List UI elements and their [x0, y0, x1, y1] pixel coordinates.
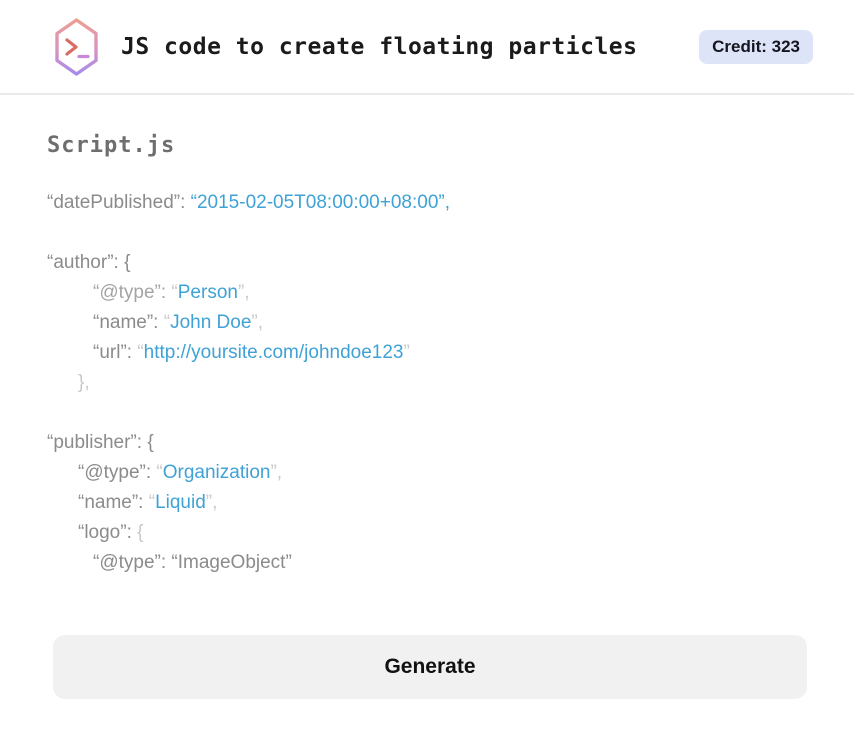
code-line: “author”: { [47, 248, 807, 278]
header-left: JS code to create floating particles [53, 17, 638, 77]
code-lines: “datePublished”: “2015-02-05T08:00:00+08… [47, 188, 807, 578]
code-line: “@type”: “Person”, [47, 278, 807, 308]
page-title: JS code to create floating particles [121, 33, 638, 60]
generate-button[interactable]: Generate [53, 635, 807, 699]
code-segment: “name”: [78, 492, 149, 513]
code-segment: Person [177, 282, 238, 303]
code-segment: ”, [251, 312, 264, 333]
code-segment: { [137, 522, 144, 543]
code-panel: Script.js “datePublished”: “2015-02-05T0… [0, 133, 854, 578]
code-line: “name”: “Liquid”, [47, 488, 807, 518]
code-segment: “@type”: [78, 462, 157, 483]
filename-label: Script.js [47, 133, 176, 158]
code-segment: “name”: [93, 312, 164, 333]
code-line: “@type”: “Organization”, [47, 458, 807, 488]
header: JS code to create floating particles Cre… [0, 0, 854, 95]
code-segment: “datePublished”: [47, 192, 191, 213]
code-segment: “logo”: [78, 522, 138, 543]
code-line: “name”: “John Doe”, [47, 308, 807, 338]
code-segment: “url”: [93, 342, 138, 363]
code-segment: “@type”: [93, 282, 172, 303]
code-line: }, [47, 368, 807, 398]
code-segment: Liquid [155, 492, 206, 513]
code-segment: “publisher”: { [47, 432, 154, 453]
code-segment: ” [403, 342, 410, 363]
code-segment: “2015-02-05T08:00:00+08:00”, [190, 192, 450, 213]
code-segment: Organization [162, 462, 271, 483]
credit-badge: Credit: 323 [699, 29, 813, 64]
code-segment: ”, [270, 462, 283, 483]
code-segment: John Doe [170, 312, 252, 333]
app-window: JS code to create floating particles Cre… [0, 0, 854, 699]
code-line: “url”: “http://yoursite.com/johndoe123” [47, 338, 807, 368]
code-line: “@type”: “ImageObject” [47, 548, 807, 578]
code-segment: }, [78, 372, 90, 393]
code-segment: ”, [237, 282, 250, 303]
code-line: “logo”: { [47, 518, 807, 548]
code-segment: “@type”: “ImageObject” [93, 552, 292, 573]
code-segment: “author”: { [47, 252, 131, 273]
code-line: “publisher”: { [47, 428, 807, 458]
code-segment: ”, [205, 492, 218, 513]
terminal-prompt-hexagon-icon [53, 17, 100, 77]
code-line: “datePublished”: “2015-02-05T08:00:00+08… [47, 188, 807, 218]
code-segment: http://yoursite.com/johndoe123 [143, 342, 404, 363]
